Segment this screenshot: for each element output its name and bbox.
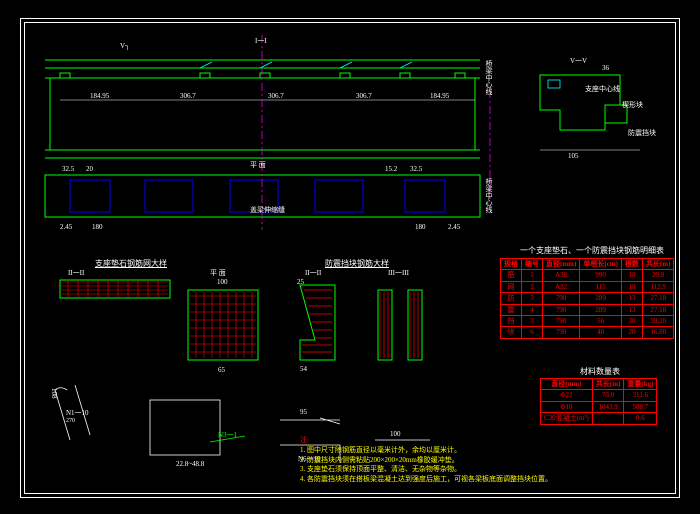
notes-title: 注: — [300, 436, 552, 446]
dim-13: 32.5 — [410, 165, 422, 173]
t1h3: 直径(mm) — [543, 259, 580, 270]
anti-seismic-block: 防震挡块 — [628, 128, 656, 138]
section-V-V: V一V — [570, 56, 587, 66]
note-2: 2. 防震挡块内侧需粘贴200×200×20mm橡胶缓冲垫。 — [300, 456, 552, 466]
dim-26: N1一10 — [66, 408, 89, 418]
dim-3: 306.7 — [268, 92, 284, 100]
II-II-2: II一II — [305, 268, 321, 278]
dim-14: 100 — [217, 278, 228, 286]
dim-22: 22.8~48.8 — [176, 460, 204, 468]
III-III: III一III — [388, 268, 409, 278]
dim-6: 2.45 — [60, 223, 72, 231]
dim-9: 180 — [415, 223, 426, 231]
section-V: V┐ — [120, 42, 130, 50]
pad-block: 楔形块 — [622, 100, 643, 110]
bridge-centerline: 桥梁中心线 — [484, 60, 494, 95]
dim-4: 306.7 — [356, 92, 372, 100]
section-I-I: I一I — [255, 36, 267, 46]
note-1: 1. 图中尺寸除钢筋直径以毫米计外，余均以厘米计。 — [300, 446, 552, 456]
anti-seismic-title: 防震挡块钢筋大样 — [325, 258, 389, 269]
notes-block: 注: 1. 图中尺寸除钢筋直径以毫米计外，余均以厘米计。 2. 防震挡块内侧需粘… — [300, 436, 552, 485]
dim-15: 65 — [218, 366, 225, 374]
II-II: II一II — [68, 268, 84, 278]
rebar-detail-title: 支座垫石钢筋网大样 — [95, 258, 167, 269]
material-table: 直径(mm)共长(m)重量(kg) Φ2273.0311.6 Φ101043.9… — [540, 378, 657, 425]
dim-17: 54 — [300, 365, 307, 373]
note-3: 3. 支座垫石须保持顶面平整、清洁、无杂物等杂物。 — [300, 465, 552, 475]
dim-21: 270 — [66, 418, 75, 424]
t1h4: 单根长(cm) — [580, 259, 622, 270]
t1h6: 共长(m) — [642, 259, 674, 270]
t1h5: 根数 — [621, 259, 642, 270]
dim-19: 105 — [568, 152, 579, 160]
note-4: 4. 各防震挡块须在搭板梁混凝土达到强度后施工，可视各梁板底面调整挡块位置。 — [300, 475, 552, 485]
bridge-centerline-2: 桥梁中心线 — [484, 178, 494, 213]
plan2: 平 面 — [210, 268, 226, 278]
t1h1: 规格 — [501, 259, 522, 270]
table1-title: 一个支座垫石、一个防震挡块钢筋明细表 — [520, 245, 664, 256]
dim-20: 36 — [602, 64, 609, 72]
dim-23: N3一1 — [218, 430, 237, 440]
rebar-table: 规格编号直径(mm)单根长(cm)根数共长(m) 筋1A369901829.8 … — [500, 258, 674, 339]
t1h2: 编号 — [522, 259, 543, 270]
support-centerline: 支座中心线 — [585, 84, 620, 94]
dim-1: 184.95 — [90, 92, 109, 100]
dim-8: 2.45 — [448, 223, 460, 231]
dim-5: 184.95 — [430, 92, 449, 100]
plan-label: 平 面 — [250, 160, 266, 170]
dim-7: 180 — [92, 223, 103, 231]
dim-16: 25 — [297, 278, 304, 286]
dim-28: 95 — [300, 408, 307, 416]
dim-2: 306.7 — [180, 92, 196, 100]
dim-11: 20 — [86, 165, 93, 173]
table2-title: 材料数量表 — [580, 366, 620, 377]
dim-10: 32.5 — [62, 165, 74, 173]
dim-25: 108 — [50, 388, 58, 399]
dim-12: 15.2 — [385, 165, 397, 173]
mid-label: 盖梁伸缩缝 — [250, 205, 285, 215]
